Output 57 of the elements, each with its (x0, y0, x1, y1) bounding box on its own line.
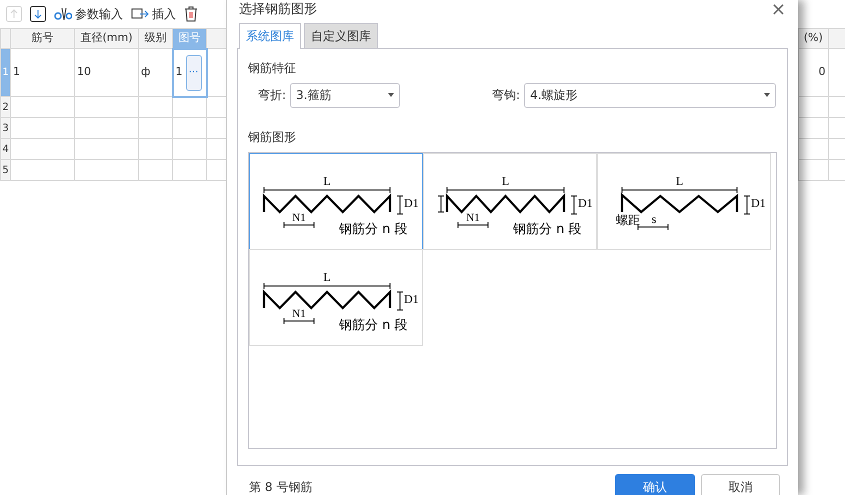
pitch-symbol: s (652, 212, 656, 226)
delete-button[interactable] (184, 6, 198, 22)
pitch-label: 螺距 (616, 213, 640, 227)
tab[interactable]: 自定义图库 (304, 22, 378, 48)
column-header: 级别 (138, 28, 172, 48)
length-label: L (323, 270, 331, 284)
segment-label: N1 (292, 308, 306, 320)
param-icon (54, 7, 72, 21)
column-header: 直径(mm) (74, 28, 138, 48)
cancel-button[interactable]: 取消 (701, 474, 780, 495)
dropdown[interactable]: 3.箍筋 (290, 82, 400, 108)
length-label: L (502, 174, 510, 188)
row-number[interactable]: 3 (0, 118, 10, 138)
section-title: 钢筋图形 (248, 128, 297, 146)
down-button[interactable] (30, 6, 46, 22)
insert-button[interactable]: 插入 (131, 5, 176, 23)
column-header: 图号 (172, 28, 206, 48)
column-header: 筋号 (10, 28, 74, 48)
status-text: 第 8 号钢筋 (249, 479, 312, 495)
dialog-title: 选择钢筋图形 (239, 1, 317, 19)
caption-text: 钢筋分 n 段 (513, 222, 582, 237)
section-title: 钢筋特征 (248, 60, 297, 76)
row-number[interactable]: 5 (0, 160, 10, 180)
dropdown[interactable]: 4.螺旋形 (524, 82, 776, 108)
shape-tile[interactable]: L D1 N1 钢筋分 n 段 (249, 248, 423, 346)
delete-icon (184, 6, 198, 22)
field-label: 弯折: (258, 87, 286, 104)
depth-label: D1 (578, 196, 593, 210)
caret-icon (388, 93, 394, 97)
edit-button[interactable]: ··· (186, 54, 202, 90)
depth-label: D1 (751, 196, 766, 210)
caption-text: 钢筋分 n 段 (339, 222, 408, 237)
shape-tile[interactable]: L D1 N1 钢筋分 n 段 (249, 152, 423, 250)
close-button[interactable]: × (770, 0, 786, 19)
segment-label: N1 (466, 212, 480, 224)
shape-tile[interactable]: L D1 螺距 s (597, 152, 771, 250)
shape-tile[interactable]: L D1 N1 钢筋分 n 段 (423, 152, 597, 250)
depth-label: D1 (404, 292, 419, 306)
insert-icon (131, 7, 149, 21)
segment-label: N1 (292, 212, 306, 224)
depth-label: D1 (404, 196, 419, 210)
table-cell: 1 (13, 65, 20, 78)
caption-text: 钢筋分 n 段 (339, 318, 408, 333)
table-cell: ф (141, 65, 150, 78)
tab[interactable]: 系统图库 (239, 22, 301, 48)
field-label: 弯钩: (492, 87, 520, 104)
row-number[interactable]: 4 (0, 138, 10, 160)
caret-icon (764, 93, 770, 97)
row-number[interactable]: 2 (0, 96, 10, 118)
table-cell-text: 1 (176, 64, 182, 80)
confirm-button[interactable]: 确认 (615, 474, 695, 495)
length-label: L (676, 174, 684, 188)
column-header: (%) (798, 28, 828, 48)
table-cell: 0 (818, 65, 826, 78)
param-button[interactable]: 参数输入 (54, 5, 123, 23)
table-cell: 10 (77, 65, 91, 78)
length-label: L (323, 174, 331, 188)
